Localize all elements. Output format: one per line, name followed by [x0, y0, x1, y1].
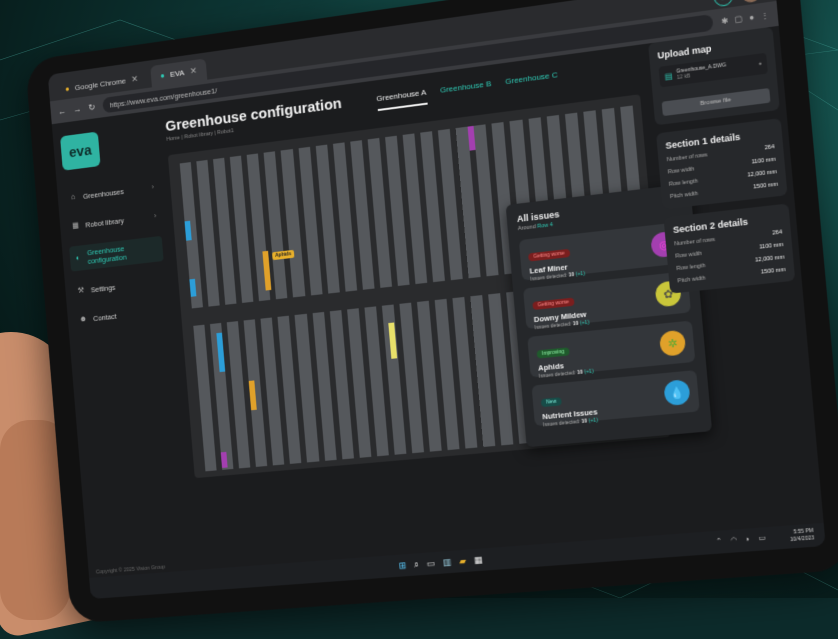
detail-value: 1500 mm: [753, 181, 779, 191]
sidebar-item-label: Contact: [92, 311, 117, 323]
grid-icon: ▦: [71, 220, 80, 231]
forward-icon[interactable]: →: [73, 104, 82, 115]
sidebar-item-label: Greenhouses: [82, 186, 125, 201]
greenhouse-icon: ⌂: [70, 192, 76, 202]
eva-favicon: ●: [159, 70, 165, 80]
close-icon[interactable]: ✕: [189, 65, 197, 77]
issue-count: 10: [572, 320, 579, 328]
reload-icon[interactable]: ↻: [88, 102, 96, 113]
checkered-app-icon[interactable]: ▦: [474, 554, 483, 566]
issue-delta: (+1): [575, 270, 586, 278]
detail-value: 1100 mm: [758, 241, 784, 251]
file-explorer-icon[interactable]: ▰: [459, 555, 467, 567]
sidebar-item-robot-library[interactable]: ▦ Robot library ›: [67, 207, 161, 235]
tab-label: EVA: [169, 67, 185, 79]
main: Greenhouse configuration Home | Robot li…: [158, 0, 825, 591]
section-2-details-card: Section 2 details Number of rows 264 Row …: [663, 203, 796, 294]
file-icon: ▤: [664, 70, 673, 82]
eva-logo[interactable]: eva: [60, 131, 101, 171]
row-link[interactable]: Row 4: [537, 222, 553, 230]
issue-count: 10: [576, 369, 584, 377]
issue-delta: (+1): [584, 368, 594, 376]
sidebar-item-label: Greenhouse configuration: [86, 244, 127, 266]
wrench-icon: ⚒: [77, 285, 85, 295]
widgets-icon[interactable]: ▥: [443, 556, 452, 568]
clock[interactable]: 5:55 PM 10/4/2023: [789, 528, 815, 544]
status-badge: Improving: [536, 347, 570, 359]
sidebar-item-label: Settings: [90, 282, 116, 294]
issue-card[interactable]: New Nutrient Issues Issues detected: 10 …: [531, 370, 700, 428]
screen: ● Google Chrome ✕ ● EVA ✕ ← → ↻ https://…: [47, 0, 826, 600]
person-icon: ☻: [79, 314, 88, 324]
chrome-icon: ●: [64, 83, 70, 94]
extensions-icon[interactable]: ✱: [721, 15, 729, 25]
detail-key: Pitch width: [669, 190, 699, 201]
detail-value: 1500 mm: [760, 266, 786, 276]
greenhouse-tabs: Greenhouse A Greenhouse B Greenhouse C: [376, 70, 559, 112]
clock-date: 10/4/2023: [789, 535, 815, 544]
sidebar-item-contact[interactable]: ☻ Contact: [74, 301, 168, 328]
sidebar-item-label: Robot library: [85, 215, 125, 229]
tab-greenhouse-a[interactable]: Greenhouse A: [376, 87, 428, 112]
issue-card[interactable]: Getting worse Leaf Miner Issues detected…: [518, 221, 687, 283]
issue-count: 10: [581, 418, 588, 426]
tab-label: Google Chrome: [74, 75, 127, 92]
detail-key: Pitch width: [677, 275, 706, 285]
close-icon[interactable]: ✕: [131, 73, 139, 85]
detail-key: Number of rows: [674, 236, 716, 248]
upload-map-card: Upload map ▤ Greenhouse_A.DWG 12 kB ● Br…: [648, 26, 780, 126]
tablet: ● Google Chrome ✕ ● EVA ✕ ← → ↻ https://…: [25, 0, 838, 624]
browse-file-button[interactable]: Browse file: [661, 88, 771, 117]
status-badge: Getting worse: [528, 248, 571, 262]
detail-value: 264: [772, 229, 783, 237]
back-icon[interactable]: ←: [58, 106, 67, 117]
detail-key: Row length: [676, 262, 706, 273]
profile-icon[interactable]: ●: [749, 12, 755, 22]
right-panel: ⟳ Upload map ▤ Greenhouse_A.DWG 12 kB ●: [648, 0, 796, 294]
issue-marker[interactable]: [220, 451, 228, 468]
toggle-icon: ◐: [75, 253, 81, 263]
detail-value: 1100 mm: [751, 156, 776, 166]
sidebar-nav: ⌂ Greenhouses › ▦ Robot library › ◐ Gree…: [64, 178, 168, 329]
app: eva ⌂ Greenhouses › ▦ Robot library › ◐: [51, 0, 826, 600]
issue-delta: (+1): [588, 417, 599, 425]
task-view-icon[interactable]: ▭: [426, 558, 435, 570]
issue-count: 10: [568, 271, 575, 279]
sidepanel-icon[interactable]: ▢: [734, 14, 743, 24]
windows-start-icon[interactable]: ⊞: [398, 560, 406, 572]
remove-file-icon[interactable]: ●: [758, 61, 762, 68]
sidebar-item-greenhouses[interactable]: ⌂ Greenhouses ›: [64, 178, 158, 207]
detail-key: Number of rows: [666, 152, 708, 164]
chevron-right-icon: ›: [151, 183, 155, 191]
tab-greenhouse-b[interactable]: Greenhouse B: [440, 79, 493, 103]
status-badge: New: [540, 397, 562, 408]
detail-value: 12,000 mm: [747, 169, 778, 179]
tab-greenhouse-c[interactable]: Greenhouse C: [505, 70, 559, 94]
sidebar-item-greenhouse-configuration[interactable]: ◐ Greenhouse configuration: [69, 235, 164, 272]
chevron-right-icon: ›: [153, 212, 157, 220]
detail-value: 12,000 mm: [754, 254, 785, 264]
detail-key: Row width: [667, 166, 695, 176]
logo-text: eva: [68, 141, 93, 161]
section-1-details-card: Section 1 details Number of rows 264 Row …: [656, 118, 788, 210]
issue-delta: (+1): [579, 319, 590, 327]
status-badge: Getting worse: [532, 297, 575, 311]
system-tray-icons[interactable]: ⌃ ◠ ◗ ▭: [716, 533, 769, 545]
detail-value: 264: [764, 144, 775, 152]
search-icon[interactable]: ⌕: [413, 559, 419, 570]
detail-key: Row width: [675, 250, 703, 260]
detail-key: Row length: [668, 178, 699, 188]
sidebar-item-settings[interactable]: ⚒ Settings: [72, 272, 166, 300]
subtitle-prefix: Around: [517, 224, 536, 233]
menu-icon[interactable]: ⋮: [760, 10, 769, 20]
